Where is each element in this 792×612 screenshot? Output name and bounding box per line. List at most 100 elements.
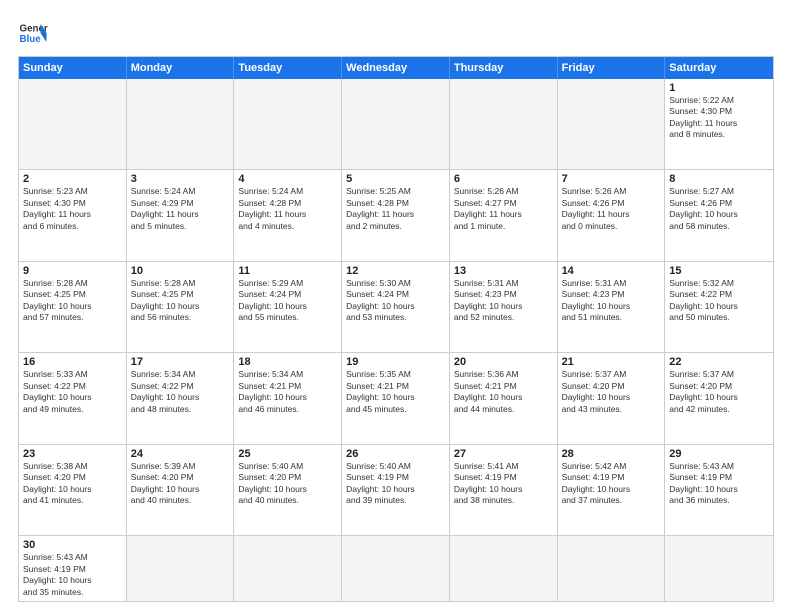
calendar: SundayMondayTuesdayWednesdayThursdayFrid… <box>18 56 774 602</box>
calendar-cell: 2Sunrise: 5:23 AM Sunset: 4:30 PM Daylig… <box>19 170 127 260</box>
calendar-cell: 21Sunrise: 5:37 AM Sunset: 4:20 PM Dayli… <box>558 353 666 443</box>
day-number: 1 <box>669 82 769 94</box>
calendar-cell: 22Sunrise: 5:37 AM Sunset: 4:20 PM Dayli… <box>665 353 773 443</box>
calendar-cell <box>450 79 558 169</box>
calendar-cell <box>127 536 235 601</box>
calendar-cell <box>342 536 450 601</box>
calendar-row-2: 9Sunrise: 5:28 AM Sunset: 4:25 PM Daylig… <box>19 262 773 353</box>
calendar-cell: 1Sunrise: 5:22 AM Sunset: 4:30 PM Daylig… <box>665 79 773 169</box>
day-number: 18 <box>238 356 337 368</box>
cell-info: Sunrise: 5:40 AM Sunset: 4:20 PM Dayligh… <box>238 461 337 507</box>
calendar-row-3: 16Sunrise: 5:33 AM Sunset: 4:22 PM Dayli… <box>19 353 773 444</box>
calendar-cell: 19Sunrise: 5:35 AM Sunset: 4:21 PM Dayli… <box>342 353 450 443</box>
calendar-cell: 10Sunrise: 5:28 AM Sunset: 4:25 PM Dayli… <box>127 262 235 352</box>
day-number: 10 <box>131 265 230 277</box>
day-number: 26 <box>346 448 445 460</box>
day-number: 28 <box>562 448 661 460</box>
calendar-cell: 30Sunrise: 5:43 AM Sunset: 4:19 PM Dayli… <box>19 536 127 601</box>
day-number: 25 <box>238 448 337 460</box>
day-number: 29 <box>669 448 769 460</box>
cell-info: Sunrise: 5:43 AM Sunset: 4:19 PM Dayligh… <box>669 461 769 507</box>
cell-info: Sunrise: 5:26 AM Sunset: 4:27 PM Dayligh… <box>454 186 553 232</box>
day-number: 14 <box>562 265 661 277</box>
calendar-cell: 14Sunrise: 5:31 AM Sunset: 4:23 PM Dayli… <box>558 262 666 352</box>
calendar-cell <box>558 536 666 601</box>
day-number: 15 <box>669 265 769 277</box>
cell-info: Sunrise: 5:40 AM Sunset: 4:19 PM Dayligh… <box>346 461 445 507</box>
cell-info: Sunrise: 5:34 AM Sunset: 4:22 PM Dayligh… <box>131 369 230 415</box>
cell-info: Sunrise: 5:28 AM Sunset: 4:25 PM Dayligh… <box>131 278 230 324</box>
weekday-header-thursday: Thursday <box>450 57 558 79</box>
calendar-cell: 13Sunrise: 5:31 AM Sunset: 4:23 PM Dayli… <box>450 262 558 352</box>
calendar-cell: 20Sunrise: 5:36 AM Sunset: 4:21 PM Dayli… <box>450 353 558 443</box>
calendar-cell: 7Sunrise: 5:26 AM Sunset: 4:26 PM Daylig… <box>558 170 666 260</box>
cell-info: Sunrise: 5:31 AM Sunset: 4:23 PM Dayligh… <box>562 278 661 324</box>
day-number: 3 <box>131 173 230 185</box>
calendar-cell <box>665 536 773 601</box>
calendar-cell: 28Sunrise: 5:42 AM Sunset: 4:19 PM Dayli… <box>558 445 666 535</box>
calendar-cell <box>342 79 450 169</box>
svg-text:Blue: Blue <box>20 34 42 45</box>
calendar-cell <box>127 79 235 169</box>
calendar-row-5: 30Sunrise: 5:43 AM Sunset: 4:19 PM Dayli… <box>19 536 773 601</box>
calendar-cell <box>558 79 666 169</box>
day-number: 20 <box>454 356 553 368</box>
calendar-cell <box>234 79 342 169</box>
day-number: 12 <box>346 265 445 277</box>
day-number: 21 <box>562 356 661 368</box>
calendar-cell: 4Sunrise: 5:24 AM Sunset: 4:28 PM Daylig… <box>234 170 342 260</box>
logo: General Blue <box>18 18 48 48</box>
cell-info: Sunrise: 5:27 AM Sunset: 4:26 PM Dayligh… <box>669 186 769 232</box>
calendar-cell: 27Sunrise: 5:41 AM Sunset: 4:19 PM Dayli… <box>450 445 558 535</box>
weekday-header-tuesday: Tuesday <box>234 57 342 79</box>
logo-icon: General Blue <box>18 18 48 48</box>
cell-info: Sunrise: 5:25 AM Sunset: 4:28 PM Dayligh… <box>346 186 445 232</box>
cell-info: Sunrise: 5:37 AM Sunset: 4:20 PM Dayligh… <box>562 369 661 415</box>
calendar-cell: 15Sunrise: 5:32 AM Sunset: 4:22 PM Dayli… <box>665 262 773 352</box>
cell-info: Sunrise: 5:35 AM Sunset: 4:21 PM Dayligh… <box>346 369 445 415</box>
cell-info: Sunrise: 5:24 AM Sunset: 4:29 PM Dayligh… <box>131 186 230 232</box>
cell-info: Sunrise: 5:43 AM Sunset: 4:19 PM Dayligh… <box>23 552 122 598</box>
calendar-cell: 11Sunrise: 5:29 AM Sunset: 4:24 PM Dayli… <box>234 262 342 352</box>
weekday-header-monday: Monday <box>127 57 235 79</box>
calendar-cell: 16Sunrise: 5:33 AM Sunset: 4:22 PM Dayli… <box>19 353 127 443</box>
calendar-cell: 24Sunrise: 5:39 AM Sunset: 4:20 PM Dayli… <box>127 445 235 535</box>
weekday-header-wednesday: Wednesday <box>342 57 450 79</box>
calendar-cell: 5Sunrise: 5:25 AM Sunset: 4:28 PM Daylig… <box>342 170 450 260</box>
calendar-row-0: 1Sunrise: 5:22 AM Sunset: 4:30 PM Daylig… <box>19 79 773 170</box>
day-number: 9 <box>23 265 122 277</box>
day-number: 24 <box>131 448 230 460</box>
cell-info: Sunrise: 5:42 AM Sunset: 4:19 PM Dayligh… <box>562 461 661 507</box>
day-number: 5 <box>346 173 445 185</box>
cell-info: Sunrise: 5:31 AM Sunset: 4:23 PM Dayligh… <box>454 278 553 324</box>
day-number: 19 <box>346 356 445 368</box>
weekday-header-friday: Friday <box>558 57 666 79</box>
cell-info: Sunrise: 5:26 AM Sunset: 4:26 PM Dayligh… <box>562 186 661 232</box>
weekday-header-sunday: Sunday <box>19 57 127 79</box>
day-number: 4 <box>238 173 337 185</box>
cell-info: Sunrise: 5:33 AM Sunset: 4:22 PM Dayligh… <box>23 369 122 415</box>
calendar-cell: 25Sunrise: 5:40 AM Sunset: 4:20 PM Dayli… <box>234 445 342 535</box>
calendar-cell: 26Sunrise: 5:40 AM Sunset: 4:19 PM Dayli… <box>342 445 450 535</box>
cell-info: Sunrise: 5:24 AM Sunset: 4:28 PM Dayligh… <box>238 186 337 232</box>
cell-info: Sunrise: 5:36 AM Sunset: 4:21 PM Dayligh… <box>454 369 553 415</box>
page: General Blue SundayMondayTuesdayWednesda… <box>0 0 792 612</box>
calendar-cell <box>234 536 342 601</box>
cell-info: Sunrise: 5:22 AM Sunset: 4:30 PM Dayligh… <box>669 95 769 141</box>
calendar-cell: 8Sunrise: 5:27 AM Sunset: 4:26 PM Daylig… <box>665 170 773 260</box>
day-number: 2 <box>23 173 122 185</box>
day-number: 6 <box>454 173 553 185</box>
calendar-cell: 12Sunrise: 5:30 AM Sunset: 4:24 PM Dayli… <box>342 262 450 352</box>
day-number: 7 <box>562 173 661 185</box>
header: General Blue <box>18 18 774 48</box>
calendar-cell: 17Sunrise: 5:34 AM Sunset: 4:22 PM Dayli… <box>127 353 235 443</box>
cell-info: Sunrise: 5:38 AM Sunset: 4:20 PM Dayligh… <box>23 461 122 507</box>
calendar-row-4: 23Sunrise: 5:38 AM Sunset: 4:20 PM Dayli… <box>19 445 773 536</box>
day-number: 22 <box>669 356 769 368</box>
cell-info: Sunrise: 5:30 AM Sunset: 4:24 PM Dayligh… <box>346 278 445 324</box>
day-number: 23 <box>23 448 122 460</box>
calendar-cell: 23Sunrise: 5:38 AM Sunset: 4:20 PM Dayli… <box>19 445 127 535</box>
cell-info: Sunrise: 5:34 AM Sunset: 4:21 PM Dayligh… <box>238 369 337 415</box>
day-number: 13 <box>454 265 553 277</box>
cell-info: Sunrise: 5:28 AM Sunset: 4:25 PM Dayligh… <box>23 278 122 324</box>
